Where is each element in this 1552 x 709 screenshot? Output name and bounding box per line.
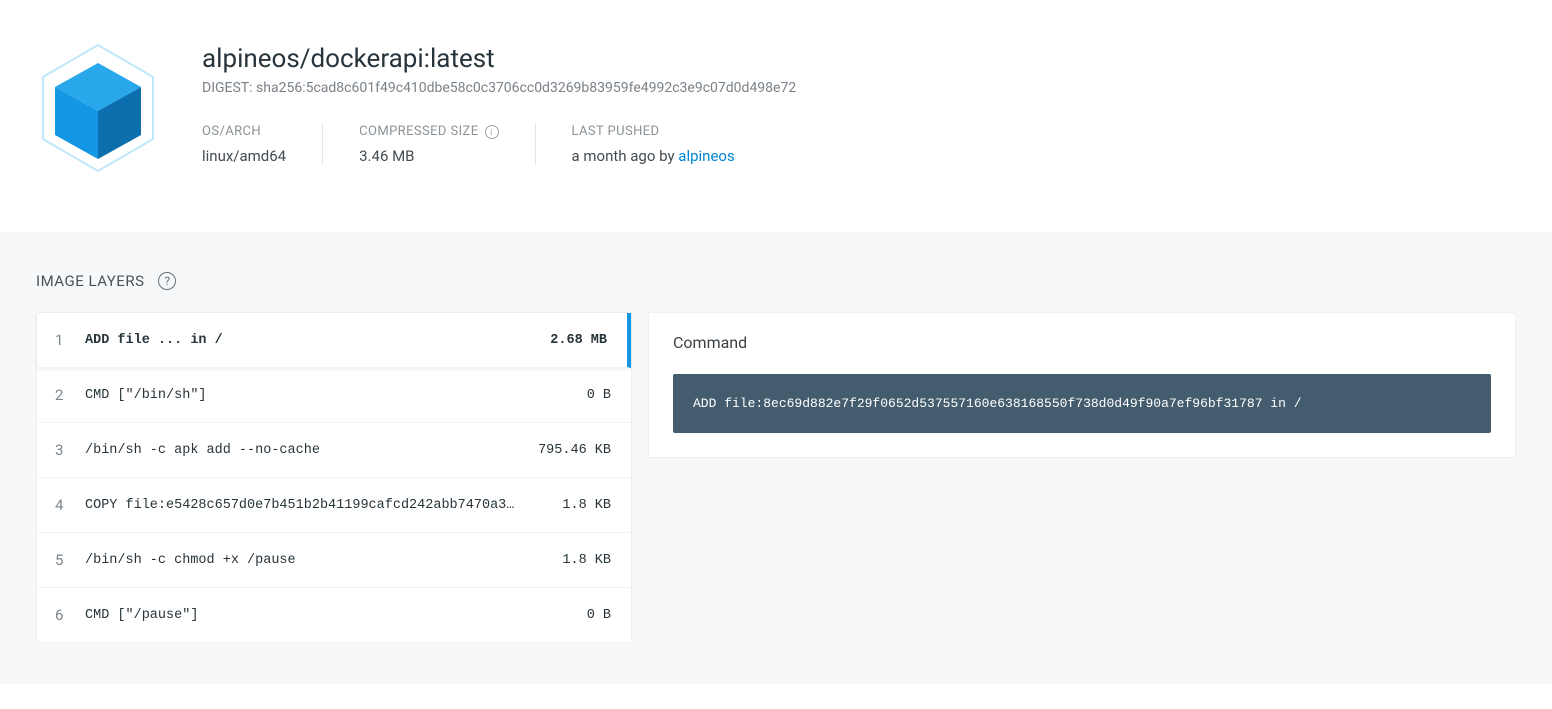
layer-number: 3 (55, 441, 85, 459)
layer-number: 4 (55, 496, 85, 514)
layer-size: 2.68 MB (527, 333, 607, 348)
layer-number: 2 (55, 386, 85, 404)
layers-panel: 1ADD file ... in /2.68 MB2CMD ["/bin/sh"… (36, 312, 632, 643)
digest-line: DIGEST: sha256:5cad8c601f49c410dbe58c0c3… (202, 80, 1516, 96)
layer-row[interactable]: 2CMD ["/bin/sh"]0 B (37, 368, 631, 423)
layer-size: 0 B (531, 608, 611, 623)
image-title: alpineos/dockerapi:latest (202, 44, 1516, 74)
meta-osarch: OS/ARCH linux/amd64 (202, 124, 323, 165)
layer-size: 0 B (531, 388, 611, 403)
digest-label: DIGEST: (202, 80, 253, 96)
meta-size-value: 3.46 MB (359, 147, 498, 165)
layer-size: 1.8 KB (531, 553, 611, 568)
layer-size: 795.46 KB (531, 443, 611, 458)
layer-row[interactable]: 5/bin/sh -c chmod +x /pause1.8 KB (37, 533, 631, 588)
meta-pushed-label: LAST PUSHED (572, 124, 735, 139)
layer-row[interactable]: 3/bin/sh -c apk add --no-cache795.46 KB (37, 423, 631, 478)
layer-number: 1 (55, 331, 85, 349)
layer-command: CMD ["/bin/sh"] (85, 388, 531, 403)
pushed-user-link[interactable]: alpineos (678, 147, 734, 165)
layer-size: 1.8 KB (531, 498, 611, 513)
command-panel: Command ADD file:8ec69d882e7f29f0652d537… (648, 312, 1516, 458)
image-layers-title: IMAGE LAYERS ? (36, 272, 1516, 290)
command-block: ADD file:8ec69d882e7f29f0652d537557160e6… (673, 374, 1491, 433)
image-header: alpineos/dockerapi:latest DIGEST: sha256… (0, 0, 1552, 232)
layer-command: /bin/sh -c apk add --no-cache (85, 443, 531, 458)
meta-osarch-label: OS/ARCH (202, 124, 286, 139)
meta-pushed: LAST PUSHED a month ago by alpineos (572, 124, 735, 165)
layer-command: COPY file:e5428c657d0e7b451b2b41199cafcd… (85, 498, 531, 513)
layers-two-col: 1ADD file ... in /2.68 MB2CMD ["/bin/sh"… (36, 312, 1516, 643)
cube-icon (18, 28, 178, 188)
meta-row: OS/ARCH linux/amd64 COMPRESSED SIZE i 3.… (202, 124, 1516, 165)
command-title: Command (673, 333, 1491, 352)
meta-pushed-value: a month ago by alpineos (572, 147, 735, 165)
layer-number: 6 (55, 606, 85, 624)
layer-row[interactable]: 1ADD file ... in /2.68 MB (37, 313, 631, 368)
info-icon[interactable]: i (485, 125, 499, 139)
layer-command: ADD file ... in / (85, 333, 527, 348)
meta-size-label: COMPRESSED SIZE i (359, 124, 498, 139)
layer-row[interactable]: 4COPY file:e5428c657d0e7b451b2b41199cafc… (37, 478, 631, 533)
layer-row[interactable]: 6CMD ["/pause"]0 B (37, 588, 631, 642)
header-content: alpineos/dockerapi:latest DIGEST: sha256… (202, 28, 1516, 165)
meta-osarch-value: linux/amd64 (202, 147, 286, 165)
meta-size: COMPRESSED SIZE i 3.46 MB (359, 124, 535, 165)
help-icon[interactable]: ? (158, 272, 176, 290)
layer-command: /bin/sh -c chmod +x /pause (85, 553, 531, 568)
digest-value: sha256:5cad8c601f49c410dbe58c0c3706cc0d3… (256, 80, 796, 96)
layer-number: 5 (55, 551, 85, 569)
layer-command: CMD ["/pause"] (85, 608, 531, 623)
layers-region: IMAGE LAYERS ? 1ADD file ... in /2.68 MB… (0, 232, 1552, 684)
